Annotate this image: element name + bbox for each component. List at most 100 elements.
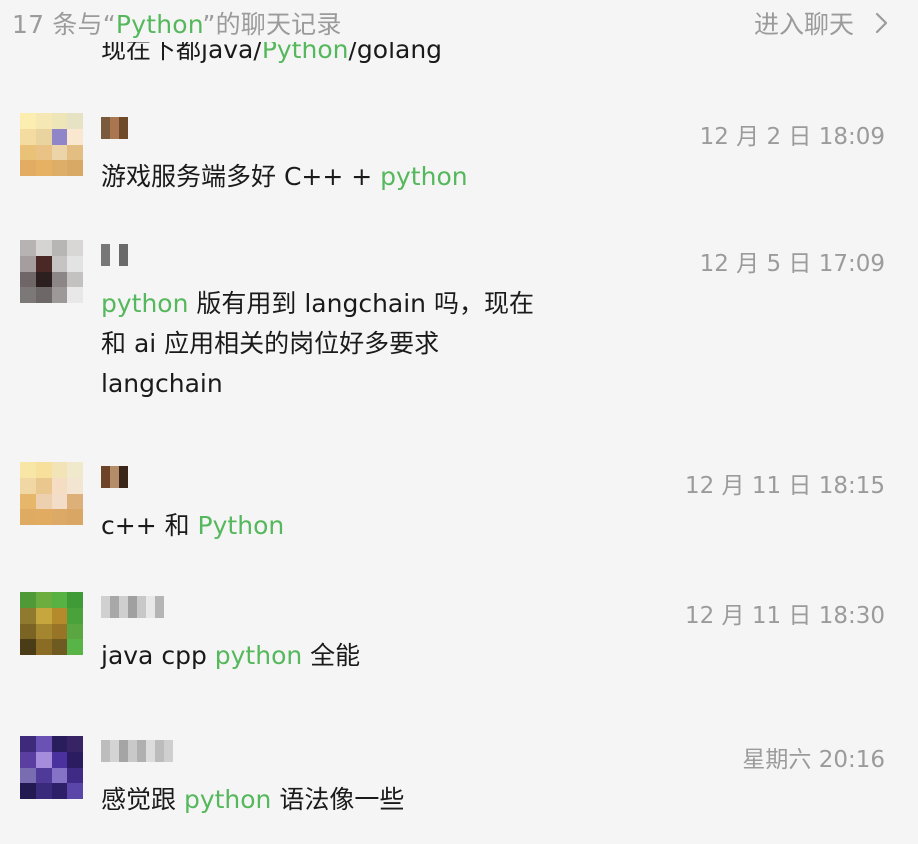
avatar[interactable] bbox=[20, 113, 83, 176]
name-blur-block bbox=[128, 596, 137, 618]
name-blur-block bbox=[110, 117, 119, 139]
enter-chat-label: 进入聊天 bbox=[753, 10, 854, 39]
chevron-right-icon bbox=[875, 12, 888, 34]
avatar-pixel bbox=[35, 113, 52, 129]
message-text-segment: java cpp bbox=[101, 641, 215, 670]
name-blur-block bbox=[146, 740, 155, 762]
avatar-pixel bbox=[20, 462, 36, 478]
avatar-pixel bbox=[35, 783, 52, 799]
avatar-pixel bbox=[51, 128, 68, 145]
avatar-pixel bbox=[67, 128, 83, 145]
avatar-pixel bbox=[67, 783, 83, 799]
avatar-pixel bbox=[35, 607, 52, 624]
title-prefix: 17 条与“ bbox=[12, 10, 116, 39]
avatar[interactable] bbox=[20, 240, 83, 303]
message-text: c++ 和 Python bbox=[101, 506, 561, 546]
avatar-pixel bbox=[35, 639, 52, 655]
message-text-line: langchain bbox=[101, 364, 561, 404]
message-text-line: 和 ai 应用相关的岗位好多要求 bbox=[101, 324, 561, 364]
avatar-pixel bbox=[67, 255, 83, 272]
message-timestamp: 12 月 11 日 18:15 bbox=[684, 473, 885, 499]
message-text-segment: langchain bbox=[101, 369, 223, 398]
avatar-pixel bbox=[51, 144, 68, 161]
keyword-highlight: python bbox=[380, 162, 468, 191]
name-blur-block bbox=[119, 740, 128, 762]
avatar-pixel bbox=[20, 240, 36, 256]
avatar-pixel bbox=[67, 287, 83, 303]
avatar-pixel bbox=[67, 493, 83, 510]
enter-chat-button[interactable]: 进入聊天 bbox=[754, 5, 892, 41]
message-timestamp: 12 月 2 日 18:09 bbox=[699, 124, 885, 150]
avatar-pixel bbox=[35, 623, 52, 640]
name-blur-block bbox=[137, 740, 146, 762]
avatar-pixel bbox=[67, 509, 83, 525]
name-blur-block bbox=[155, 596, 164, 618]
avatar-pixel bbox=[35, 255, 52, 272]
avatar-pixel bbox=[35, 736, 52, 752]
keyword-highlight: python bbox=[183, 785, 272, 814]
avatar-pixel bbox=[20, 623, 36, 640]
avatar-pixel bbox=[20, 592, 36, 608]
header-title: 17 条与“Python”的聊天记录 bbox=[12, 5, 342, 41]
avatar[interactable] bbox=[20, 736, 83, 799]
message-text-segment: 感觉跟 bbox=[101, 785, 184, 814]
avatar-pixel bbox=[20, 783, 36, 799]
name-blur-block bbox=[137, 596, 146, 618]
avatar-pixel bbox=[20, 128, 36, 145]
avatar-pixel bbox=[35, 592, 52, 608]
name-blur-block bbox=[101, 466, 110, 488]
name-blur-block bbox=[146, 596, 155, 618]
avatar-pixel bbox=[51, 255, 68, 272]
message-timestamp: 12 月 5 日 17:09 bbox=[699, 251, 885, 277]
avatar-pixel bbox=[35, 144, 52, 161]
title-keyword: Python bbox=[115, 10, 203, 39]
avatar-pixel bbox=[20, 160, 36, 176]
avatar-pixel bbox=[35, 160, 52, 176]
avatar-pixel bbox=[35, 477, 52, 494]
message-text-line: python 版有用到 langchain 吗，现在 bbox=[101, 284, 561, 324]
name-blur-block bbox=[101, 596, 110, 618]
avatar-pixel bbox=[51, 240, 68, 256]
keyword-highlight: python bbox=[214, 641, 303, 670]
avatar-pixel bbox=[20, 271, 36, 288]
avatar-pixel bbox=[51, 509, 68, 525]
name-blur-block bbox=[101, 117, 110, 139]
message-text-segment: c++ 和 bbox=[101, 511, 198, 540]
avatar-pixel bbox=[67, 639, 83, 655]
header: 17 条与“Python”的聊天记录 进入聊天 bbox=[0, 0, 918, 42]
name-blur-block bbox=[119, 244, 128, 266]
message-text-segment: 语法像一些 bbox=[271, 785, 405, 814]
name-blur-block bbox=[110, 596, 119, 618]
avatar-pixel bbox=[35, 509, 52, 525]
title-suffix: ”的聊天记录 bbox=[202, 10, 342, 39]
avatar-pixel bbox=[51, 607, 68, 624]
name-blur-block bbox=[101, 740, 110, 762]
keyword-highlight: python bbox=[101, 289, 189, 318]
avatar-pixel bbox=[20, 767, 36, 784]
message-timestamp: 12 月 11 日 18:30 bbox=[684, 603, 885, 629]
avatar-pixel bbox=[35, 271, 52, 288]
avatar-pixel bbox=[51, 113, 68, 129]
avatar-pixel bbox=[51, 160, 68, 176]
sender-name-blurred bbox=[101, 466, 128, 490]
avatar-pixel bbox=[20, 509, 36, 525]
avatar-pixel bbox=[20, 607, 36, 624]
message-text-segment: 版有用到 langchain 吗，现在 bbox=[188, 289, 534, 318]
avatar-pixel bbox=[67, 477, 83, 494]
sender-name-blurred bbox=[101, 596, 164, 620]
avatar-pixel bbox=[35, 462, 52, 478]
avatar-pixel bbox=[51, 751, 68, 768]
name-blur-block bbox=[128, 740, 137, 762]
name-blur-block bbox=[119, 466, 128, 488]
sender-name-blurred bbox=[101, 117, 128, 141]
avatar[interactable] bbox=[20, 462, 83, 525]
avatar-pixel bbox=[67, 160, 83, 176]
avatar-pixel bbox=[67, 736, 83, 752]
name-blur-block bbox=[110, 244, 119, 266]
avatar-pixel bbox=[35, 240, 52, 256]
message-timestamp: 星期六 20:16 bbox=[742, 747, 885, 773]
avatar-pixel bbox=[51, 639, 68, 655]
avatar[interactable] bbox=[20, 592, 83, 655]
sender-name-blurred bbox=[101, 244, 128, 268]
name-blur-block bbox=[110, 466, 119, 488]
